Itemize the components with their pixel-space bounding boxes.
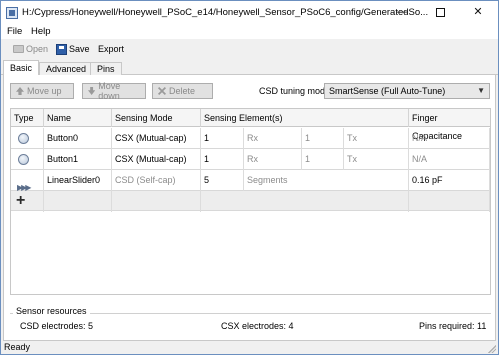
chevron-down-icon: ▼ bbox=[477, 86, 485, 95]
resources-title: Sensor resources bbox=[13, 306, 90, 316]
tuning-mode-select[interactable]: SmartSense (Full Auto-Tune) ▼ bbox=[324, 83, 490, 99]
minimize-button[interactable]: — bbox=[384, 1, 420, 23]
tx-count-cell[interactable]: 1 bbox=[302, 128, 344, 149]
tx-count-cell[interactable]: 1 bbox=[302, 149, 344, 170]
table-row[interactable]: Button0 CSX (Mutual-cap) 1 Rx 1 Tx N/A bbox=[11, 128, 490, 149]
tuning-mode-label: CSD tuning mode: bbox=[259, 86, 333, 96]
tab-basic[interactable]: Basic bbox=[3, 60, 40, 76]
empty-cell bbox=[112, 191, 201, 212]
plus-icon[interactable]: + bbox=[16, 191, 25, 211]
segment-count-cell[interactable]: 5 bbox=[201, 170, 244, 191]
title-bar: H:/Cypress/Honeywell/Honeywell_PSoC_e14/… bbox=[1, 1, 498, 25]
rx-count-cell[interactable]: 1 bbox=[201, 149, 244, 170]
delete-button[interactable]: Delete bbox=[152, 83, 213, 99]
rx-label: Rx bbox=[244, 128, 302, 149]
open-button[interactable]: Open bbox=[13, 42, 48, 56]
add-widget-row[interactable]: + bbox=[11, 191, 490, 212]
tuning-mode-value: SmartSense (Full Auto-Tune) bbox=[329, 86, 446, 96]
close-button[interactable]: ✕ bbox=[460, 1, 496, 23]
widgets-table: Type Name Sensing Mode Sensing Element(s… bbox=[10, 108, 491, 295]
sensing-mode-cell[interactable]: CSX (Mutual-cap) bbox=[112, 128, 201, 149]
basic-panel: Move up Move down Delete CSD tuning mode… bbox=[3, 75, 496, 341]
folder-icon bbox=[13, 45, 24, 53]
tab-pins[interactable]: Pins bbox=[90, 62, 122, 75]
table-header: Type Name Sensing Mode Sensing Element(s… bbox=[11, 109, 490, 141]
move-up-label: Move up bbox=[27, 86, 62, 96]
linear-slider-icon: ▶▶▶ bbox=[17, 183, 32, 191]
sensor-resources: Sensor resources CSD electrodes: 5 CSX e… bbox=[10, 306, 491, 334]
header-sensing-mode[interactable]: Sensing Mode bbox=[112, 109, 201, 127]
menu-help[interactable]: Help bbox=[31, 26, 51, 37]
menu-file[interactable]: File bbox=[7, 26, 22, 37]
save-icon bbox=[56, 43, 67, 55]
window-title: H:/Cypress/Honeywell/Honeywell_PSoC_e14/… bbox=[22, 7, 429, 18]
tab-bar: Basic Advanced Pins bbox=[1, 60, 498, 76]
header-finger-capacitance[interactable]: Finger Capacitance bbox=[409, 109, 490, 141]
empty-cell bbox=[44, 191, 112, 212]
move-down-label: Move down bbox=[98, 81, 121, 101]
table-row[interactable]: ▶▶▶ LinearSlider0 CSD (Self-cap) 5 Segme… bbox=[11, 170, 490, 191]
type-cell bbox=[11, 128, 44, 149]
save-button[interactable]: Save bbox=[56, 42, 90, 56]
header-type[interactable]: Type bbox=[11, 109, 44, 127]
app-icon bbox=[6, 7, 18, 19]
maximize-icon bbox=[435, 7, 445, 17]
finger-cap-cell: N/A bbox=[409, 149, 490, 170]
empty-cell bbox=[201, 191, 409, 212]
status-bar: Ready bbox=[1, 341, 498, 354]
finger-cap-cell[interactable]: 0.16 pF bbox=[409, 170, 490, 191]
empty-cell bbox=[409, 191, 490, 212]
app-window: H:/Cypress/Honeywell/Honeywell_PSoC_e14/… bbox=[0, 0, 499, 355]
sensing-mode-cell[interactable]: CSD (Self-cap) bbox=[112, 170, 201, 191]
add-cell[interactable]: + bbox=[11, 191, 44, 212]
pins-required: Pins required: 11 bbox=[419, 321, 487, 331]
status-text: Ready bbox=[4, 342, 31, 352]
move-down-button[interactable]: Move down bbox=[82, 81, 146, 101]
tx-label: Tx bbox=[344, 128, 409, 149]
menu-bar: File Help bbox=[1, 25, 498, 39]
toolbar: Open Save Export bbox=[1, 40, 498, 58]
table-row[interactable]: Button1 CSX (Mutual-cap) 1 Rx 1 Tx N/A bbox=[11, 149, 490, 170]
move-up-button[interactable]: Move up bbox=[10, 83, 74, 99]
button-icon bbox=[18, 133, 29, 144]
header-name[interactable]: Name bbox=[44, 109, 112, 127]
open-label: Open bbox=[26, 44, 49, 54]
finger-cap-cell: N/A bbox=[409, 128, 490, 149]
maximize-button[interactable] bbox=[422, 1, 458, 23]
tx-label: Tx bbox=[344, 149, 409, 170]
button-icon bbox=[18, 154, 29, 165]
arrow-up-icon bbox=[16, 87, 24, 95]
export-button[interactable]: Export bbox=[98, 42, 124, 56]
segments-label: Segments bbox=[244, 170, 409, 191]
save-label: Save bbox=[69, 44, 90, 54]
name-cell[interactable]: LinearSlider0 bbox=[44, 170, 112, 191]
name-cell[interactable]: Button1 bbox=[44, 149, 112, 170]
type-cell: ▶▶▶ bbox=[11, 170, 44, 191]
delete-icon bbox=[158, 87, 166, 95]
delete-label: Delete bbox=[169, 86, 196, 96]
resize-grip-icon[interactable] bbox=[488, 345, 496, 353]
type-cell bbox=[11, 149, 44, 170]
arrow-down-icon bbox=[88, 87, 96, 95]
csd-electrodes: CSD electrodes: 5 bbox=[20, 321, 94, 331]
rx-count-cell[interactable]: 1 bbox=[201, 128, 244, 149]
csx-electrodes: CSX electrodes: 4 bbox=[221, 321, 294, 331]
rx-label: Rx bbox=[244, 149, 302, 170]
name-cell[interactable]: Button0 bbox=[44, 128, 112, 149]
header-sensing-elements[interactable]: Sensing Element(s) bbox=[201, 109, 409, 127]
tab-advanced[interactable]: Advanced bbox=[39, 62, 94, 75]
sensing-mode-cell[interactable]: CSX (Mutual-cap) bbox=[112, 149, 201, 170]
